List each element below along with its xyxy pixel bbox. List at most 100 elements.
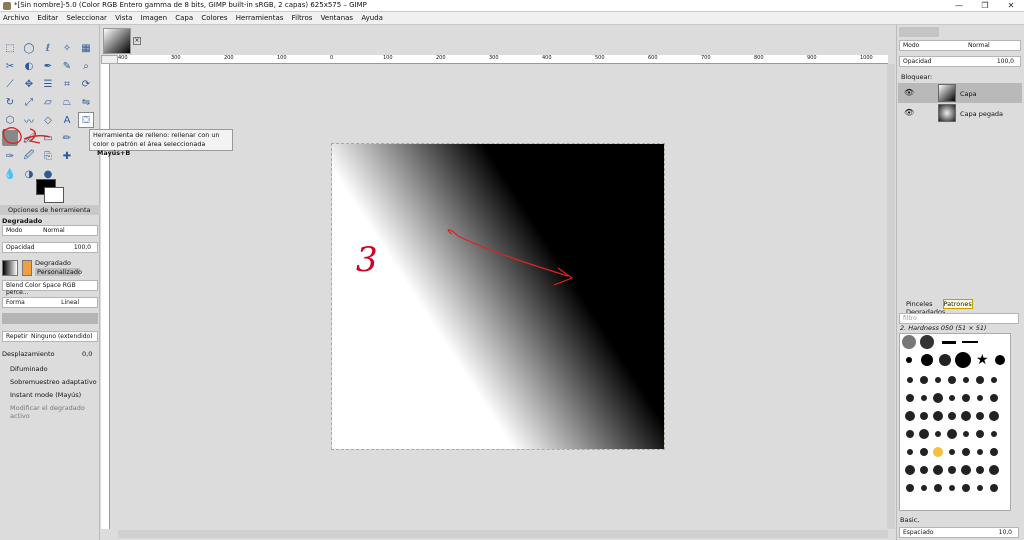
layer-thumbnail	[938, 84, 956, 102]
smudge-icon[interactable]: 💧	[2, 166, 18, 182]
layer-row-capa[interactable]: 👁 Capa	[898, 83, 1022, 103]
foreground-select-icon[interactable]: ◐	[21, 58, 37, 74]
zoom-icon[interactable]: ⌕	[78, 58, 94, 74]
image-canvas[interactable]: 3	[331, 143, 665, 450]
menu-bar: Archivo Editar Seleccionar Vista Imagen …	[0, 12, 1024, 25]
brush-preset[interactable]: Basic,	[900, 516, 919, 524]
scissors-icon[interactable]: ✂	[2, 58, 18, 74]
navigation-icon[interactable]	[101, 55, 118, 64]
unified-transform-icon[interactable]: ⟳	[78, 76, 94, 92]
select-by-color-icon[interactable]: ▦	[78, 40, 94, 56]
shape-select[interactable]: Forma Lineal	[2, 297, 98, 308]
modify-gradient-checkbox[interactable]: Modificar el degradado activo	[0, 404, 100, 420]
ruler-tick-label: 400	[118, 55, 128, 61]
menu-ayuda[interactable]: Ayuda	[358, 12, 386, 24]
ellipse-select-icon[interactable]: ◯	[21, 40, 37, 56]
reverse-gradient-icon[interactable]	[22, 260, 32, 276]
tool-options-tab[interactable]: Opciones de herramienta	[0, 205, 100, 215]
gradient-value[interactable]: Personalizado	[35, 268, 82, 276]
ruler-tick-label: 0	[330, 55, 334, 61]
ruler-tick-label: 100	[383, 55, 393, 61]
menu-seleccionar[interactable]: Seleccionar	[63, 12, 110, 24]
menu-colores[interactable]: Colores	[198, 12, 230, 24]
paths-icon[interactable]: ✒	[40, 58, 56, 74]
close-icon[interactable]: ✕	[998, 0, 1024, 12]
menu-filtros[interactable]: Filtros	[289, 12, 316, 24]
crop-icon[interactable]: ⌗	[59, 76, 75, 92]
align-icon[interactable]: ☰	[40, 76, 56, 92]
gradient-preview[interactable]	[2, 260, 18, 276]
color-picker-icon[interactable]: ✎	[59, 58, 75, 74]
shear-icon[interactable]: ▱	[40, 94, 56, 110]
menu-herramientas[interactable]: Herramientas	[233, 12, 287, 24]
instant-mode-checkbox[interactable]: Instant mode (Mayús)	[0, 391, 100, 399]
handwritten-number: 3	[356, 240, 378, 280]
fuzzy-select-icon[interactable]: ✧	[59, 40, 75, 56]
supersample-checkbox[interactable]: Sobremuestreo adaptativo	[0, 378, 100, 386]
lasso-icon[interactable]: ℓ	[40, 40, 56, 56]
rotate-icon[interactable]: ↻	[2, 94, 18, 110]
blend-space-select[interactable]: Blend Color Space RGB perce...	[2, 280, 98, 296]
minimize-icon[interactable]: —	[946, 0, 972, 12]
ruler-tick-label: 200	[436, 55, 446, 61]
maximize-icon[interactable]: ❐	[972, 0, 998, 12]
repeat-select[interactable]: Repetir Ninguno (extendido)	[2, 331, 98, 342]
menu-vista[interactable]: Vista	[112, 12, 135, 24]
gimp-icon	[3, 2, 11, 10]
layer-row-capa-pegada[interactable]: 👁 Capa pegada	[898, 103, 1022, 123]
opacity-slider[interactable]: Opacidad 100,0	[2, 242, 98, 253]
eye-icon[interactable]: 👁	[904, 108, 914, 117]
heal-icon[interactable]: ✚	[59, 148, 75, 164]
tooltip: Herramienta de relleno: rellenar con un …	[89, 129, 233, 157]
mode-select[interactable]: Modo Normal	[2, 225, 98, 236]
menu-ventanas[interactable]: Ventanas	[318, 12, 356, 24]
brushes-tab-bar: Pinceles Patrones Degradados	[898, 299, 1022, 316]
brush-grid[interactable]: ★	[899, 333, 1011, 511]
measure-icon[interactable]: ⟋	[2, 76, 18, 92]
perspective-icon[interactable]: ⏢	[59, 94, 75, 110]
red-annotation-circle	[2, 127, 51, 144]
flip-icon[interactable]: ⇋	[78, 94, 94, 110]
horizontal-ruler[interactable]: 400 300 200 100 0 100 200 300 400 500 600 700 800 900…	[118, 55, 888, 64]
svg-text:★: ★	[976, 352, 989, 368]
menu-archivo[interactable]: Archivo	[0, 12, 32, 24]
ruler-tick-label: 400	[542, 55, 552, 61]
layer-mode-select[interactable]: Modo Normal	[899, 40, 1021, 51]
gradient-label: Degradado	[35, 259, 71, 267]
vertical-scrollbar[interactable]	[887, 64, 895, 529]
menu-capa[interactable]: Capa	[172, 12, 196, 24]
title-bar: *[Sin nombre]-5.0 (Color RGB Entero gamm…	[0, 0, 1024, 12]
horizontal-scrollbar[interactable]	[118, 530, 888, 538]
text-icon[interactable]: A	[59, 112, 75, 128]
ruler-tick-label: 700	[701, 55, 711, 61]
ruler-tick-label: 900	[807, 55, 817, 61]
layer-opacity-slider[interactable]: Opacidad 100,0	[899, 56, 1021, 67]
ruler-tick-label: 1000	[860, 55, 873, 61]
ruler-tick-label: 600	[648, 55, 658, 61]
tab-brushes[interactable]: Pinceles	[906, 300, 932, 308]
layer-thumbnail	[938, 104, 956, 122]
move-icon[interactable]: ✥	[21, 76, 37, 92]
bucket-fill-icon[interactable]: ⛋	[78, 112, 94, 128]
brush-name: 2. Hardness 050 (51 × 51)	[900, 324, 987, 332]
red-arrow-annotation	[447, 229, 574, 286]
dodge-icon[interactable]: ◑	[21, 166, 37, 182]
lock-label: Bloquear:	[901, 73, 933, 81]
brush-thumbnails: ★	[902, 335, 1008, 504]
spacing-slider[interactable]: Espaciado 10,0	[899, 527, 1019, 538]
pencil-icon[interactable]: ✏	[59, 130, 75, 146]
dither-checkbox[interactable]: Difuminado	[0, 365, 100, 373]
close-tab-icon[interactable]: ×	[133, 37, 141, 45]
offset-value[interactable]: 0,0	[82, 350, 96, 358]
eye-icon[interactable]: 👁	[904, 88, 914, 97]
layers-tab-bar[interactable]	[899, 27, 939, 37]
rect-select-icon[interactable]: ⬚	[2, 40, 18, 56]
menu-editar[interactable]: Editar	[34, 12, 61, 24]
menu-imagen[interactable]: Imagen	[138, 12, 170, 24]
background-color-swatch[interactable]	[44, 187, 64, 203]
scale-icon[interactable]: ⤢	[21, 94, 37, 110]
metric-select[interactable]	[2, 313, 98, 324]
image-tab-thumbnail[interactable]	[103, 28, 131, 54]
brush-filter-input[interactable]: filtro	[899, 313, 1019, 324]
tab-patterns[interactable]: Patrones	[942, 299, 973, 309]
